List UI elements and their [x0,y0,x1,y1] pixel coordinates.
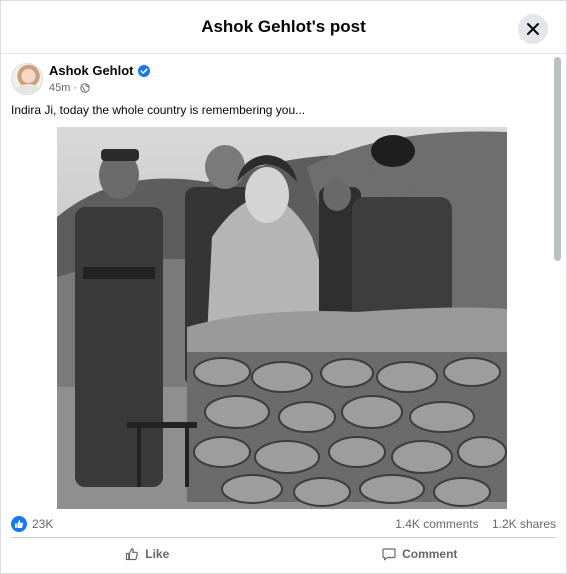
post-text: Indira Ji, today the whole country is re… [11,103,306,117]
post-header: Ashok Gehlot 45m · [11,63,150,95]
comment-button[interactable]: Comment [284,539,557,569]
like-reaction-icon [11,516,27,532]
close-icon [527,23,539,35]
dialog-title: Ashok Gehlot's post [201,17,366,36]
comment-icon [382,548,396,561]
action-bar: Like Comment [11,539,556,569]
avatar[interactable] [11,63,43,95]
comment-count[interactable]: 1.4K comments [395,517,478,531]
scrollbar-thumb[interactable] [554,57,561,261]
post-dialog: Ashok Gehlot's post Ashok Gehlot 45m · I… [0,0,567,574]
verified-badge-icon [137,64,150,77]
close-button[interactable] [518,14,548,44]
author-name[interactable]: Ashok Gehlot [49,63,134,78]
separator-dot: · [73,82,78,94]
thumbs-up-icon [126,548,139,561]
post-time[interactable]: 45m [49,82,70,94]
like-label: Like [145,547,170,561]
globe-icon[interactable] [80,83,90,93]
like-button[interactable]: Like [11,539,284,569]
share-count[interactable]: 1.2K shares [492,517,556,531]
reaction-summary[interactable]: 23K [11,516,53,532]
comment-label: Comment [402,547,458,561]
post-stats: 23K 1.4K comments 1.2K shares [11,513,556,535]
reaction-count: 23K [32,517,54,531]
post-photo[interactable] [57,127,507,509]
dialog-header: Ashok Gehlot's post [1,1,566,54]
scrollbar[interactable] [553,55,562,510]
divider [11,537,556,538]
